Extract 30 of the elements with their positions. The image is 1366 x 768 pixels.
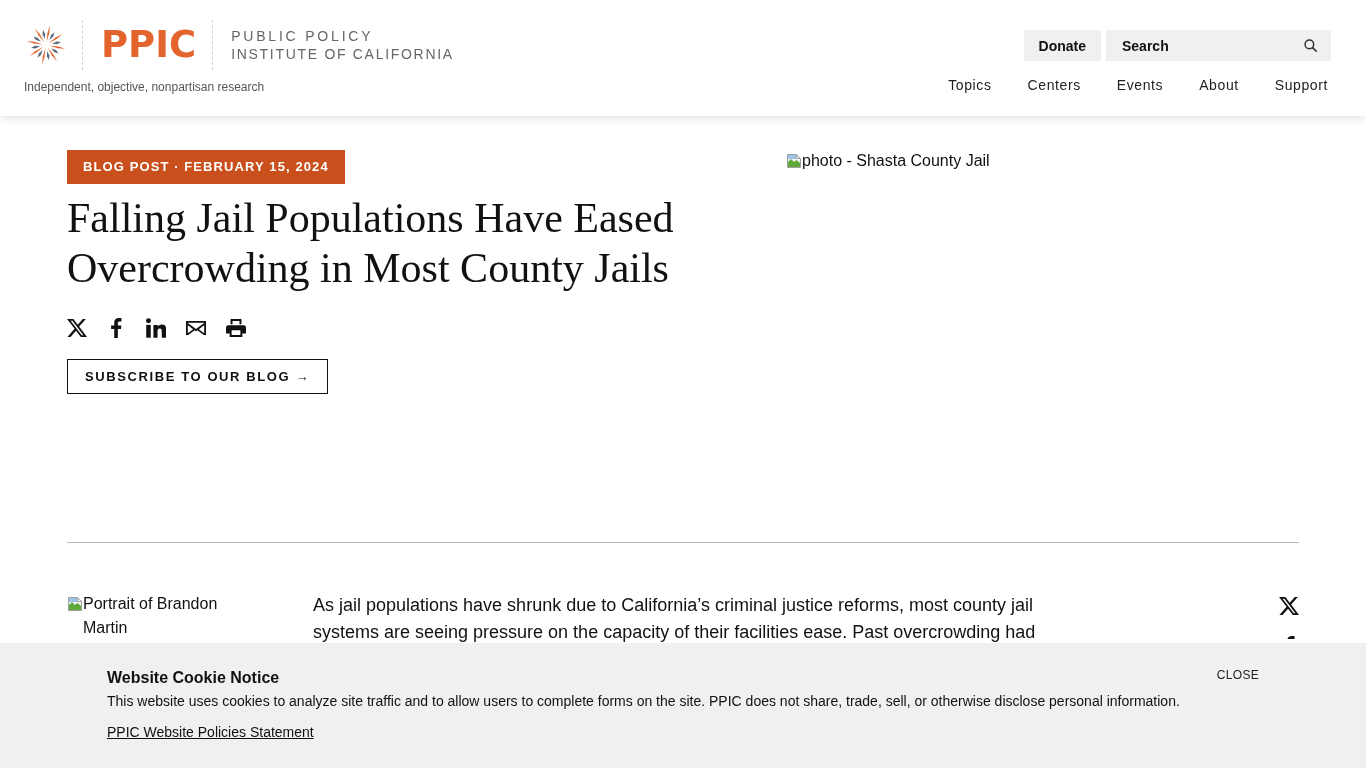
cookie-notice-title: Website Cookie Notice — [107, 668, 280, 688]
donate-button[interactable]: Donate — [1023, 30, 1101, 61]
nav-link[interactable]: About — [1199, 77, 1239, 93]
facebook-icon[interactable] — [111, 318, 122, 338]
linkedin-icon[interactable] — [146, 318, 166, 338]
x-logo-icon[interactable] — [67, 318, 87, 338]
policies-link[interactable]: PPIC Website Policies Statement — [107, 723, 314, 741]
post-type-badge: BLOG POST · FEBRUARY 15, 2024 — [67, 150, 345, 184]
sunburst-logo-icon[interactable] — [26, 25, 66, 65]
nav-link[interactable]: Events — [1116, 77, 1164, 93]
nav-link[interactable]: Centers — [1027, 77, 1081, 93]
x-logo-icon[interactable] — [1279, 596, 1299, 616]
logo-name-text[interactable]: PUBLIC POLICY — [231, 27, 374, 45]
print-icon[interactable] — [226, 318, 246, 338]
search-icon[interactable] — [1304, 39, 1317, 52]
search-field[interactable]: Search — [1106, 30, 1331, 61]
subscribe-button[interactable]: SUBSCRIBE TO OUR BLOG → — [67, 359, 329, 394]
mail-icon[interactable] — [186, 318, 206, 338]
image-alt-text: photo - Shasta County Jail — [802, 151, 990, 171]
article-title: Falling Jail Populations Have Eased Overcrowding in Most County Jails — [67, 194, 675, 293]
image-alt-text: Portrait of Brandon Martin — [83, 594, 219, 638]
logo-name-text[interactable]: INSTITUTE OF CALIFORNIA — [231, 45, 454, 63]
nav-link[interactable]: Support — [1274, 77, 1328, 93]
broken-image-icon — [786, 153, 802, 169]
close-button[interactable]: CLOSE — [1216, 668, 1259, 682]
broken-image-icon — [67, 596, 83, 612]
nav-link[interactable]: Topics — [948, 77, 992, 93]
tagline-text: Independent, objective, nonpartisan research — [24, 80, 265, 94]
article-paragraph: As jail populations have shrunk due to California’s criminal justice reforms, most county jail systems are seeing pressure on the capacity of their facilities ease. Past overcrowding had — [313, 594, 1037, 643]
cookie-notice-text: This website uses cookies to analyze site traffic and to allow users to complete forms on the site. PPIC does not share, trade, sell, or otherwise disclose personal information. — [107, 692, 1180, 710]
